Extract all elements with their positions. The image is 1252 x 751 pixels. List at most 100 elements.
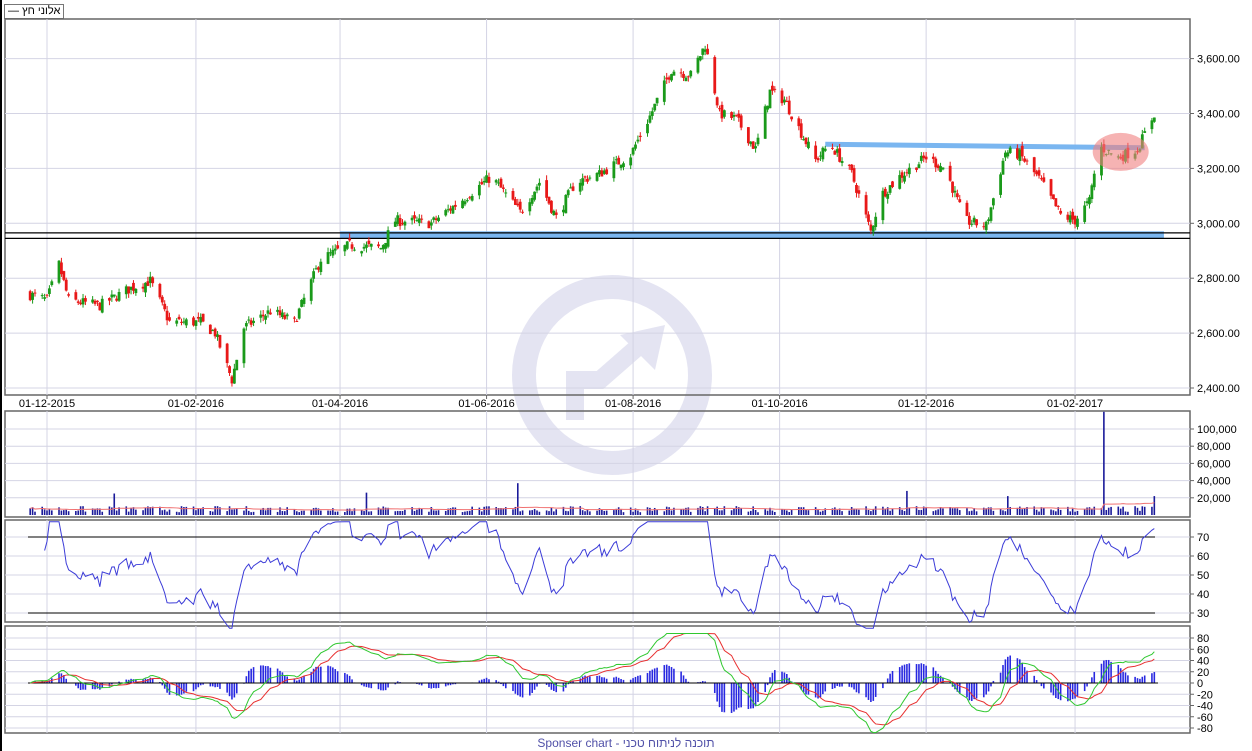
candle-body bbox=[739, 115, 743, 128]
candle-body bbox=[518, 201, 522, 210]
candle-body bbox=[967, 215, 971, 225]
price-y-tick-label: 3,400.00 bbox=[1197, 109, 1240, 121]
candle-body bbox=[915, 167, 918, 170]
candle-body bbox=[259, 314, 263, 318]
candle-body bbox=[886, 193, 890, 199]
candle-body bbox=[850, 164, 854, 171]
candle-body bbox=[749, 141, 753, 145]
candle-body bbox=[1150, 120, 1154, 130]
candle-body bbox=[168, 317, 171, 321]
candle-body bbox=[511, 191, 515, 200]
candle-body bbox=[477, 184, 481, 196]
volume-y-tick-label: 100,000 bbox=[1197, 424, 1237, 436]
candle-body bbox=[199, 317, 203, 323]
candle-body bbox=[60, 262, 63, 275]
candle-body bbox=[1090, 185, 1094, 200]
candle-body bbox=[955, 193, 959, 198]
candle-body bbox=[350, 244, 354, 249]
price-y-tick-label: 3,000.00 bbox=[1197, 218, 1240, 230]
candle-body bbox=[1088, 197, 1091, 205]
candle-body bbox=[1008, 147, 1012, 153]
rsi-y-tick-label: 60 bbox=[1197, 551, 1209, 563]
candle-body bbox=[1006, 152, 1010, 157]
candle-body bbox=[1003, 152, 1007, 158]
candle-body bbox=[1025, 160, 1029, 162]
candle-body bbox=[151, 277, 155, 284]
candle-body bbox=[201, 313, 205, 322]
candle-body bbox=[485, 175, 488, 183]
candle-body bbox=[300, 299, 304, 307]
candle-body bbox=[819, 155, 822, 157]
candle-body bbox=[353, 249, 356, 251]
candle-body bbox=[684, 77, 688, 82]
candle-body bbox=[934, 158, 938, 168]
candle-body bbox=[146, 281, 150, 286]
candle-body bbox=[696, 57, 700, 73]
candle-body bbox=[112, 294, 116, 297]
candle-body bbox=[883, 188, 887, 197]
candle-body bbox=[566, 190, 570, 196]
candle-body bbox=[1073, 215, 1077, 225]
candle-body bbox=[948, 165, 952, 181]
candle-body bbox=[814, 145, 818, 160]
candle-body bbox=[754, 146, 757, 149]
candle-body bbox=[617, 157, 621, 165]
candle-body bbox=[449, 208, 452, 211]
candle-body bbox=[232, 368, 236, 384]
candle-body bbox=[480, 181, 484, 185]
candle-body bbox=[499, 178, 503, 188]
candle-body bbox=[31, 292, 34, 300]
candle-body bbox=[365, 244, 368, 248]
candle-body bbox=[43, 297, 46, 299]
candle-body bbox=[451, 206, 455, 214]
candle-body bbox=[982, 226, 986, 228]
candle-body bbox=[583, 176, 587, 178]
candle-body bbox=[1018, 149, 1022, 162]
candle-body bbox=[235, 359, 239, 371]
candle-body bbox=[482, 180, 486, 183]
candle-body bbox=[1037, 170, 1041, 176]
candle-body bbox=[132, 282, 135, 291]
candle-body bbox=[698, 56, 702, 61]
candle-body bbox=[108, 298, 111, 301]
candle-body bbox=[999, 174, 1002, 195]
candle-body bbox=[619, 164, 623, 168]
candle-body bbox=[598, 170, 601, 175]
candle-body bbox=[417, 218, 421, 223]
candle-body bbox=[302, 297, 306, 304]
candle-body bbox=[242, 328, 246, 364]
volume-y-tick-label: 40,000 bbox=[1197, 476, 1231, 488]
candle-body bbox=[686, 76, 690, 78]
candle-body bbox=[110, 294, 114, 298]
candle-body bbox=[564, 194, 568, 214]
candle-body bbox=[252, 320, 255, 323]
candle-body bbox=[1023, 158, 1027, 162]
candle-body bbox=[888, 185, 892, 193]
candle-body bbox=[312, 271, 316, 279]
candle-body bbox=[362, 246, 366, 249]
candle-body bbox=[847, 164, 851, 166]
candle-body bbox=[771, 85, 774, 91]
x-tick-label: 01-12-2015 bbox=[19, 398, 75, 410]
candle-body bbox=[874, 216, 878, 227]
candle-body bbox=[869, 224, 873, 231]
candle-body bbox=[881, 190, 885, 221]
candle-body bbox=[129, 286, 133, 290]
candle-body bbox=[326, 252, 330, 264]
candle-body bbox=[319, 261, 323, 272]
candle-body bbox=[939, 166, 942, 172]
candle-body bbox=[773, 88, 777, 90]
candle-body bbox=[734, 114, 738, 116]
candle-body bbox=[670, 74, 673, 81]
candle-body bbox=[1068, 215, 1072, 223]
candle-body bbox=[638, 135, 642, 138]
macd-y-tick-label: 60 bbox=[1197, 644, 1209, 656]
candle-body bbox=[737, 113, 741, 118]
candle-body bbox=[701, 48, 705, 55]
candle-body bbox=[182, 321, 186, 323]
candle-body bbox=[377, 244, 380, 247]
candle-body bbox=[158, 284, 162, 298]
candle-body bbox=[917, 164, 921, 169]
macd-y-tick-label: 80 bbox=[1197, 633, 1209, 645]
candle-body bbox=[987, 219, 990, 222]
